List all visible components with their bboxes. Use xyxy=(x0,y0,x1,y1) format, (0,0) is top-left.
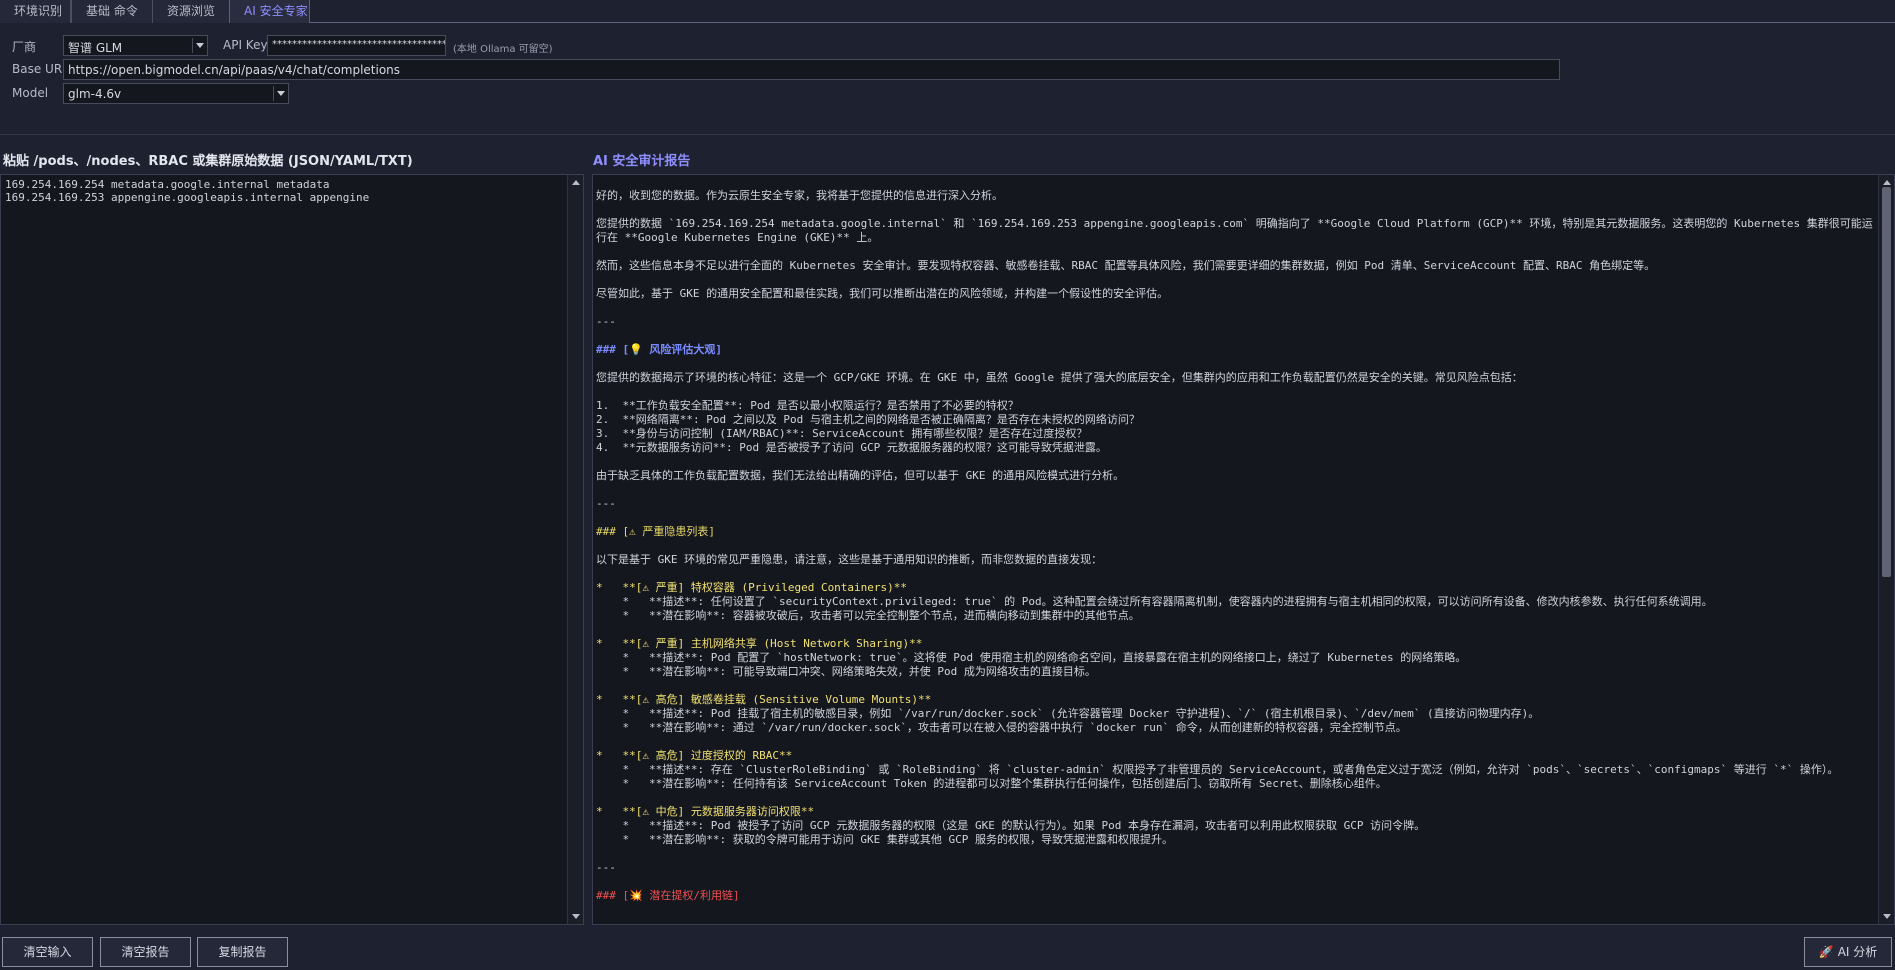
model-select[interactable]: glm-4.6v xyxy=(63,83,289,104)
api-key-input[interactable]: **************************************** xyxy=(267,35,446,56)
report-line xyxy=(596,385,1876,399)
report-line xyxy=(596,735,1876,749)
report-line: * **描述**: 任何设置了 `securityContext.privile… xyxy=(596,595,1713,608)
model-label: Model xyxy=(12,86,49,100)
report-line xyxy=(596,511,1876,525)
rocket-icon: 🚀 xyxy=(1818,945,1834,959)
report-line xyxy=(596,301,1876,315)
scroll-up-icon[interactable] xyxy=(1883,180,1891,185)
report-line: 1. **工作负载安全配置**: Pod 是否以最小权限运行？是否禁用了不必要的… xyxy=(596,399,1019,412)
base-url-label: Base URL xyxy=(12,62,69,76)
report-line: * **[⚠ 高危] 过度授权的 RBAC** xyxy=(596,749,793,762)
report-line: * **潜在影响**: 容器被攻破后，攻击者可以完全控制整个节点，进而横向移动到… xyxy=(596,609,1140,622)
report-line: 3. **身份与访问控制 (IAM/RBAC)**: ServiceAccoun… xyxy=(596,427,1088,440)
report-line: 4. **元数据服务访问**: Pod 是否被授予了访问 GCP 元数据服务器的… xyxy=(596,441,1107,454)
report-line xyxy=(596,329,1876,343)
report-line: 2. **网络隔离**: Pod 之间以及 Pod 与宿主机之间的网络是否被正确… xyxy=(596,413,1140,426)
chevron-down-icon xyxy=(196,43,204,48)
report-line: * **[⚠ 严重] 特权容器 (Privileged Containers)*… xyxy=(596,581,908,594)
vendor-select[interactable]: 智谱 GLM xyxy=(63,35,208,56)
report-panel-title: AI 安全审计报告 xyxy=(593,154,691,169)
chevron-down-icon xyxy=(277,91,285,96)
report-content: 好的，收到您的数据。作为云原生安全专家，我将基于您提供的信息进行深入分析。您提供… xyxy=(596,189,1876,903)
report-line: ### [💡 风险评估大观] xyxy=(596,343,723,356)
scroll-down-icon[interactable] xyxy=(572,914,580,919)
tab-basic-commands[interactable]: 基础 命令 xyxy=(71,0,153,23)
report-line: --- xyxy=(596,497,616,510)
tab-resource-browse[interactable]: 资源浏览 xyxy=(152,0,230,23)
report-line: 由于缺乏具体的工作负载配置数据，我们无法给出精确的评估，但可以基于 GKE 的通… xyxy=(596,469,1125,482)
bottom-toolbar: 清空输入 清空报告 复制报告 🚀 AI 分析 xyxy=(0,932,1895,970)
report-line: * **潜在影响**: 可能导致端口冲突、网络策略失效，并使 Pod 成为网络攻… xyxy=(596,665,1096,678)
report-line: * **[⚠ 中危] 元数据服务器访问权限** xyxy=(596,805,815,818)
report-line xyxy=(596,455,1876,469)
report-line xyxy=(596,273,1876,287)
report-line: 您提供的数据揭示了环境的核心特征：这是一个 GCP/GKE 环境。在 GKE 中… xyxy=(596,371,1523,384)
divider xyxy=(0,134,1895,135)
report-output[interactable]: 好的，收到您的数据。作为云原生安全专家，我将基于您提供的信息进行深入分析。您提供… xyxy=(592,174,1895,925)
report-line xyxy=(596,539,1876,553)
ai-analyze-button[interactable]: 🚀 AI 分析 xyxy=(1804,937,1892,967)
raw-data-text[interactable]: 169.254.169.254 metadata.google.internal… xyxy=(1,175,583,207)
report-line: * **潜在影响**: 任何持有该 ServiceAccount Token 的… xyxy=(596,777,1387,790)
report-line: --- xyxy=(596,861,616,874)
report-line xyxy=(596,791,1876,805)
raw-data-input[interactable]: 169.254.169.254 metadata.google.internal… xyxy=(0,174,584,925)
scroll-thumb[interactable] xyxy=(1882,187,1891,577)
report-line xyxy=(596,203,1876,217)
report-line: 尽管如此，基于 GKE 的通用安全配置和最佳实践，我们可以推断出潜在的风险领域，… xyxy=(596,287,1169,300)
clear-input-button[interactable]: 清空输入 xyxy=(2,937,93,967)
clear-report-button[interactable]: 清空报告 xyxy=(100,937,191,967)
tab-ai-security-expert[interactable]: AI 安全专家 xyxy=(229,0,310,23)
report-line: ### [⚠ 严重隐患列表] xyxy=(596,525,715,538)
vendor-label: 厂商 xyxy=(12,40,37,54)
scroll-up-icon[interactable] xyxy=(572,180,580,185)
report-line xyxy=(596,245,1876,259)
report-line: 以下是基于 GKE 环境的常见严重隐患，请注意，这些是基于通用知识的推断，而非您… xyxy=(596,553,1103,566)
input-panel-title: 粘贴 /pods、/nodes、RBAC 或集群原始数据 (JSON/YAML/… xyxy=(3,154,413,169)
report-line xyxy=(596,623,1876,637)
report-line: * **描述**: Pod 被授予了访问 GCP 元数据服务器的权限（这是 GK… xyxy=(596,819,1426,832)
report-line: * **描述**: Pod 配置了 `hostNetwork: true`。这将… xyxy=(596,651,1467,664)
scroll-down-icon[interactable] xyxy=(1883,914,1891,919)
report-line: * **潜在影响**: 获取的令牌可能用于访问 GKE 集群或其他 GCP 服务… xyxy=(596,833,1173,846)
tab-bar: 环境识别 基础 命令 资源浏览 AI 安全专家 xyxy=(0,0,1895,23)
tab-env-detect[interactable]: 环境识别 xyxy=(0,0,71,23)
base-url-input[interactable]: https://open.bigmodel.cn/api/paas/v4/cha… xyxy=(63,59,1560,80)
report-line xyxy=(596,679,1876,693)
report-line: 您提供的数据 `169.254.169.254 metadata.google.… xyxy=(596,217,1873,244)
api-key-hint: (本地 Ollama 可留空) xyxy=(453,44,553,55)
report-line xyxy=(596,483,1876,497)
report-line xyxy=(596,567,1876,581)
report-line: * **描述**: Pod 挂载了宿主机的敏感目录，例如 `/var/run/d… xyxy=(596,707,1540,720)
report-line: * **[⚠ 高危] 敏感卷挂载 (Sensitive Volume Mount… xyxy=(596,693,932,706)
input-scrollbar[interactable] xyxy=(567,175,583,924)
report-line: ### [💥 潜在提权/利用链] xyxy=(596,889,740,902)
report-line: * **描述**: 存在 `ClusterRoleBinding` 或 `Rol… xyxy=(596,763,1839,776)
report-line: 然而，这些信息本身不足以进行全面的 Kubernetes 安全审计。要发现特权容… xyxy=(596,259,1656,272)
report-line: 好的，收到您的数据。作为云原生安全专家，我将基于您提供的信息进行深入分析。 xyxy=(596,189,1003,202)
report-line xyxy=(596,847,1876,861)
report-line: * **潜在影响**: 通过 `/var/run/docker.sock`，攻击… xyxy=(596,721,1407,734)
config-panel: 厂商 智谱 GLM API Key **********************… xyxy=(0,35,1895,134)
copy-report-button[interactable]: 复制报告 xyxy=(197,937,288,967)
report-line xyxy=(596,357,1876,371)
api-key-label: API Key xyxy=(223,38,268,52)
report-line: * **[⚠ 严重] 主机网络共享 (Host Network Sharing)… xyxy=(596,637,923,650)
report-scrollbar[interactable] xyxy=(1878,175,1894,924)
report-line xyxy=(596,875,1876,889)
report-line: --- xyxy=(596,315,616,328)
